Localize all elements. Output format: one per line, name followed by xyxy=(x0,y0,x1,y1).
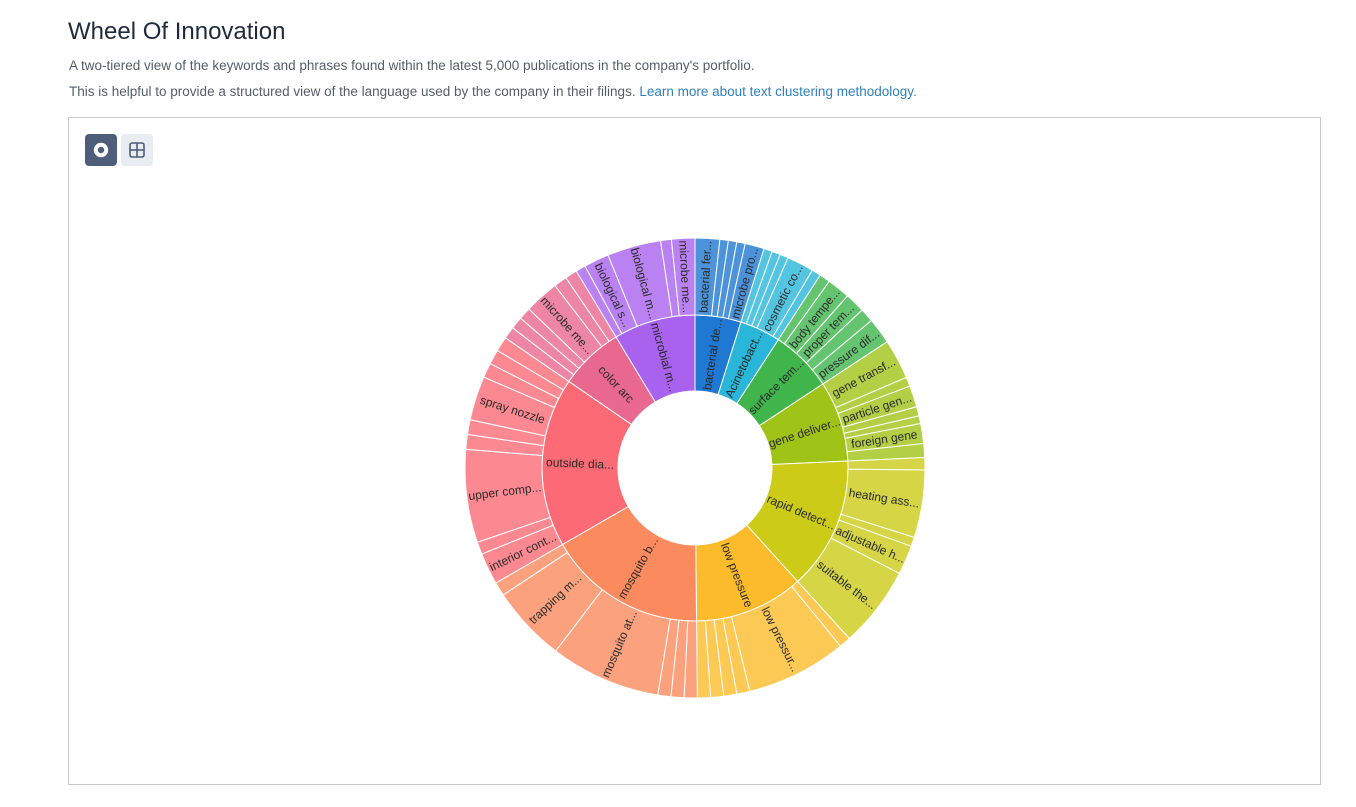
chart-panel: bacterial de...bacterial fer...microbe p… xyxy=(68,117,1321,785)
description-line-1: A two-tiered view of the keywords and ph… xyxy=(69,58,754,73)
page-title: Wheel Of Innovation xyxy=(68,18,285,46)
learn-more-link[interactable]: Learn more about text clustering methodo… xyxy=(639,84,916,99)
sunburst-chart: bacterial de...bacterial fer...microbe p… xyxy=(69,118,1320,784)
description-line-2-text: This is helpful to provide a structured … xyxy=(69,84,636,99)
description-line-2: This is helpful to provide a structured … xyxy=(69,84,917,99)
cluster-label: outside dia... xyxy=(546,455,615,472)
